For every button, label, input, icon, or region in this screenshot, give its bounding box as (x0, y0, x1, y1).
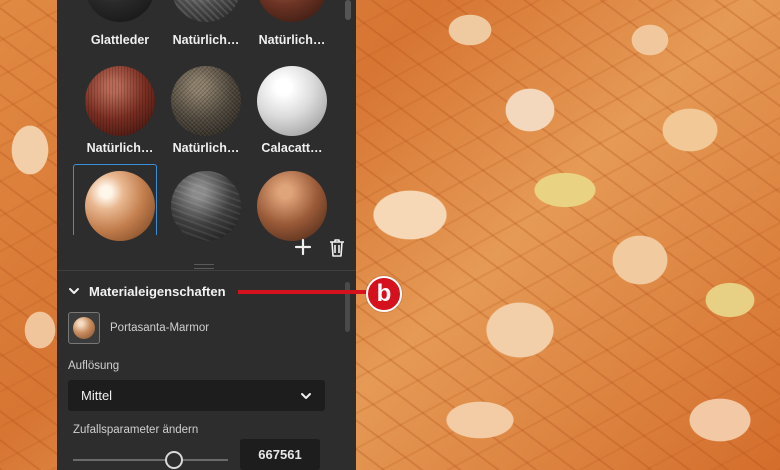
section-divider (57, 270, 356, 271)
material-label: Natürlich… (172, 33, 240, 47)
current-material-name: Portasanta-Marmor (110, 322, 210, 334)
material-thumb-brown-leather[interactable] (250, 0, 334, 36)
plus-icon[interactable] (294, 238, 312, 261)
resolution-value: Mittel (81, 388, 113, 403)
material-thumb-red-leather[interactable] (78, 66, 162, 150)
material-label: Calacatt… (261, 141, 323, 155)
panel-resize-handle[interactable] (194, 264, 214, 269)
chevron-down-icon (301, 392, 311, 399)
material-grid: Glattleder Natürlich… Natürlich… Natürli… (57, 0, 356, 241)
annotation-line (238, 290, 374, 294)
current-material: Portasanta-Marmor (68, 312, 209, 344)
section-header-material-properties[interactable]: Materialeigenschaften (67, 281, 226, 301)
random-seed-input[interactable]: 667561 (240, 439, 320, 470)
current-material-thumbnail[interactable] (68, 312, 100, 344)
material-thumb-snakeskin[interactable] (164, 0, 248, 36)
material-thumb-dark-metal[interactable] (164, 171, 248, 255)
random-parameter-label: Zufallsparameter ändern (73, 424, 199, 436)
random-slider-track[interactable] (73, 459, 228, 461)
top-scrollbar[interactable] (345, 0, 351, 20)
material-thumb-calacatta[interactable] (250, 66, 334, 150)
materials-panel: Glattleder Natürlich… Natürlich… Natürli… (57, 0, 356, 470)
section-title: Materialeigenschaften (89, 283, 226, 299)
resolution-select[interactable]: Mittel (68, 380, 325, 411)
annotation-badge: b (366, 276, 402, 312)
resolution-label: Auflösung (68, 360, 120, 372)
material-thumb-copper[interactable] (250, 171, 334, 255)
random-slider-knob[interactable] (165, 451, 183, 469)
material-thumb-glattleder[interactable] (78, 0, 162, 36)
chevron-down-icon[interactable] (67, 284, 81, 298)
material-thumb-portasanta[interactable] (78, 171, 162, 255)
material-label: Natürlich… (258, 33, 326, 47)
material-label: Natürlich… (172, 141, 240, 155)
material-label: Natürlich… (86, 141, 154, 155)
material-label: Glattleder (90, 33, 150, 47)
material-thumb-woven-leather[interactable] (164, 66, 248, 150)
trash-icon[interactable] (329, 238, 345, 262)
